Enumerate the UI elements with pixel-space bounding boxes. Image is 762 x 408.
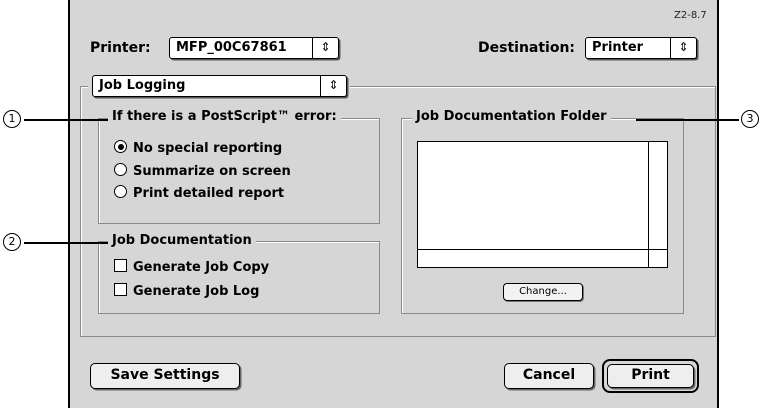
checkbox-generate-job-log[interactable]: Generate Job Log xyxy=(114,283,259,301)
destination-value: Printer xyxy=(592,40,644,55)
up-down-arrow-icon: ⇕ xyxy=(312,38,338,58)
radio-label: No special reporting xyxy=(133,141,283,156)
print-dialog: Z2-8.7 Printer: MFP_00C67861 ⇕ Destinati… xyxy=(68,0,719,408)
printer-value: MFP_00C67861 xyxy=(176,40,287,55)
cancel-button[interactable]: Cancel xyxy=(504,363,594,389)
print-button[interactable]: Print xyxy=(607,364,694,388)
version-label: Z2-8.7 xyxy=(674,10,707,21)
checkbox-label: Generate Job Log xyxy=(133,284,260,299)
checkbox-icon xyxy=(114,259,127,272)
radio-label: Summarize on screen xyxy=(133,164,291,179)
change-button[interactable]: Change... xyxy=(503,283,583,301)
up-down-arrow-icon: ⇕ xyxy=(320,76,346,96)
panel-select-popup[interactable]: Job Logging ⇕ xyxy=(92,75,347,97)
save-settings-button[interactable]: Save Settings xyxy=(90,363,240,389)
vertical-scrollbar[interactable] xyxy=(649,142,667,249)
folder-legend: Job Documentation Folder xyxy=(412,109,611,124)
callout-1-line xyxy=(24,119,108,121)
radio-summarize-on-screen[interactable]: Summarize on screen xyxy=(114,163,291,181)
radio-selected-icon xyxy=(114,140,127,153)
printer-label: Printer: xyxy=(90,40,151,56)
radio-no-special-reporting[interactable]: No special reporting xyxy=(114,140,282,158)
radio-icon xyxy=(114,163,127,176)
panel-select-value: Job Logging xyxy=(99,78,186,93)
callout-2-line xyxy=(24,242,108,244)
callout-3: 3 xyxy=(741,110,759,128)
destination-popup[interactable]: Printer ⇕ xyxy=(585,37,697,59)
callout-3-line xyxy=(636,119,739,121)
radio-label: Print detailed report xyxy=(133,186,285,201)
job-documentation-legend: Job Documentation xyxy=(108,233,256,248)
callout-2: 2 xyxy=(3,233,21,251)
printer-popup[interactable]: MFP_00C67861 ⇕ xyxy=(169,37,339,59)
up-down-arrow-icon: ⇕ xyxy=(670,38,696,58)
job-documentation-group xyxy=(98,241,380,314)
postscript-error-legend: If there is a PostScript™ error: xyxy=(108,109,341,124)
callout-1: 1 xyxy=(3,110,21,128)
horizontal-scrollbar[interactable] xyxy=(418,250,648,267)
radio-print-detailed-report[interactable]: Print detailed report xyxy=(114,185,284,203)
folder-listbox[interactable] xyxy=(417,141,668,268)
radio-icon xyxy=(114,185,127,198)
checkbox-generate-job-copy[interactable]: Generate Job Copy xyxy=(114,259,269,277)
destination-label: Destination: xyxy=(478,40,576,56)
checkbox-label: Generate Job Copy xyxy=(133,260,270,275)
checkbox-icon xyxy=(114,283,127,296)
